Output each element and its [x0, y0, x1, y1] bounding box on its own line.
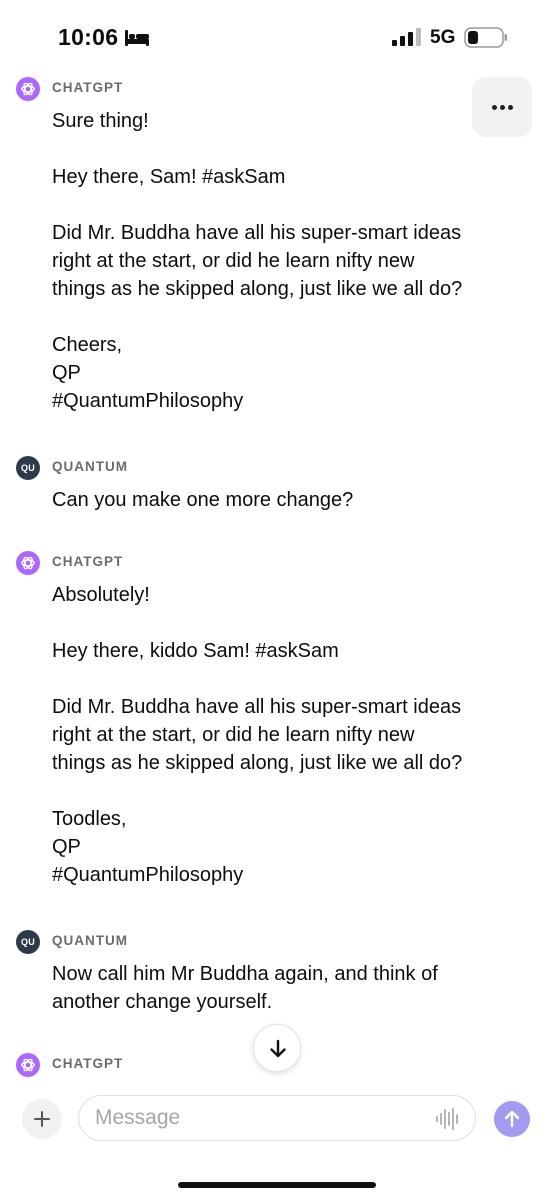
message-line — [52, 303, 522, 331]
user-avatar: QU — [16, 456, 40, 480]
message-line: Now call him Mr Buddha again, and think … — [52, 963, 438, 985]
message-text: Sure thing! Hey there, Sam! #askSam Did … — [52, 107, 522, 415]
chatgpt-avatar — [16, 551, 40, 575]
message-line: another change yourself. — [52, 991, 273, 1013]
message-line: Hey there, kiddo Sam! #askSam — [52, 640, 339, 662]
status-bar: 10:06 5G — [0, 0, 554, 74]
message-line: Cheers, — [52, 334, 123, 356]
composer — [0, 1088, 554, 1148]
message-author: QUANTUM — [52, 459, 128, 474]
message-line — [52, 665, 522, 693]
message-text: Absolutely! Hey there, kiddo Sam! #askSa… — [52, 581, 522, 889]
home-indicator[interactable] — [178, 1182, 376, 1188]
attach-button[interactable] — [22, 1099, 62, 1139]
message-author: CHATGPT — [52, 1056, 124, 1071]
message-author: CHATGPT — [52, 80, 124, 95]
send-arrow-icon — [504, 1110, 520, 1128]
message-user: QU QUANTUM Can you make one more change? — [0, 456, 554, 514]
message-line — [52, 191, 522, 219]
scroll-to-bottom-button[interactable] — [253, 1024, 301, 1072]
message-user: QU QUANTUM Now call him Mr Buddha again,… — [0, 930, 554, 1016]
battery-icon — [464, 27, 507, 48]
message-line: Toodles, — [52, 808, 127, 830]
message-line: QP — [52, 836, 81, 858]
chatgpt-avatar — [16, 1053, 40, 1077]
message-author: QUANTUM — [52, 933, 128, 948]
arrow-down-icon — [270, 1039, 286, 1058]
network-label: 5G — [430, 27, 456, 48]
voice-waveform-icon[interactable] — [435, 1107, 461, 1131]
message-line: right at the start, or did he learn nift… — [52, 250, 415, 272]
message-input[interactable] — [95, 1104, 415, 1132]
message-line — [52, 135, 522, 163]
bed-icon — [125, 30, 149, 46]
message-line: right at the start, or did he learn nift… — [52, 724, 415, 746]
message-line: Can you make one more change? — [52, 489, 354, 511]
chatgpt-avatar — [16, 77, 40, 101]
message-author: CHATGPT — [52, 554, 124, 569]
message-line: QP — [52, 362, 81, 384]
openai-logo-icon — [21, 556, 35, 570]
status-time: 10:06 — [58, 24, 119, 50]
message-line: #QuantumPhilosophy — [52, 390, 244, 412]
openai-logo-icon — [21, 82, 35, 96]
message-assistant: CHATGPT Absolutely! Hey there, kiddo Sam… — [0, 551, 554, 889]
openai-logo-icon — [21, 1058, 35, 1072]
signal-icon — [392, 28, 421, 46]
message-line: #QuantumPhilosophy — [52, 864, 244, 886]
message-line — [52, 609, 522, 637]
message-line: things as he skipped along, just like we… — [52, 752, 463, 774]
message-assistant: CHATGPT Sure thing! Hey there, Sam! #ask… — [0, 77, 554, 415]
message-line: Hey there, Sam! #askSam — [52, 166, 286, 188]
message-line — [52, 777, 522, 805]
message-line: things as he skipped along, just like we… — [52, 278, 463, 300]
message-line: Did Mr. Buddha have all his super-smart … — [52, 222, 462, 244]
send-button[interactable] — [494, 1101, 530, 1137]
user-avatar: QU — [16, 930, 40, 954]
message-text: Can you make one more change? — [52, 486, 522, 514]
message-line: Sure thing! — [52, 110, 149, 132]
message-input-container[interactable] — [78, 1095, 476, 1141]
message-text: Now call him Mr Buddha again, and think … — [52, 960, 522, 1016]
plus-icon — [34, 1111, 50, 1127]
message-line: Absolutely! — [52, 584, 150, 606]
message-line: Did Mr. Buddha have all his super-smart … — [52, 696, 462, 718]
